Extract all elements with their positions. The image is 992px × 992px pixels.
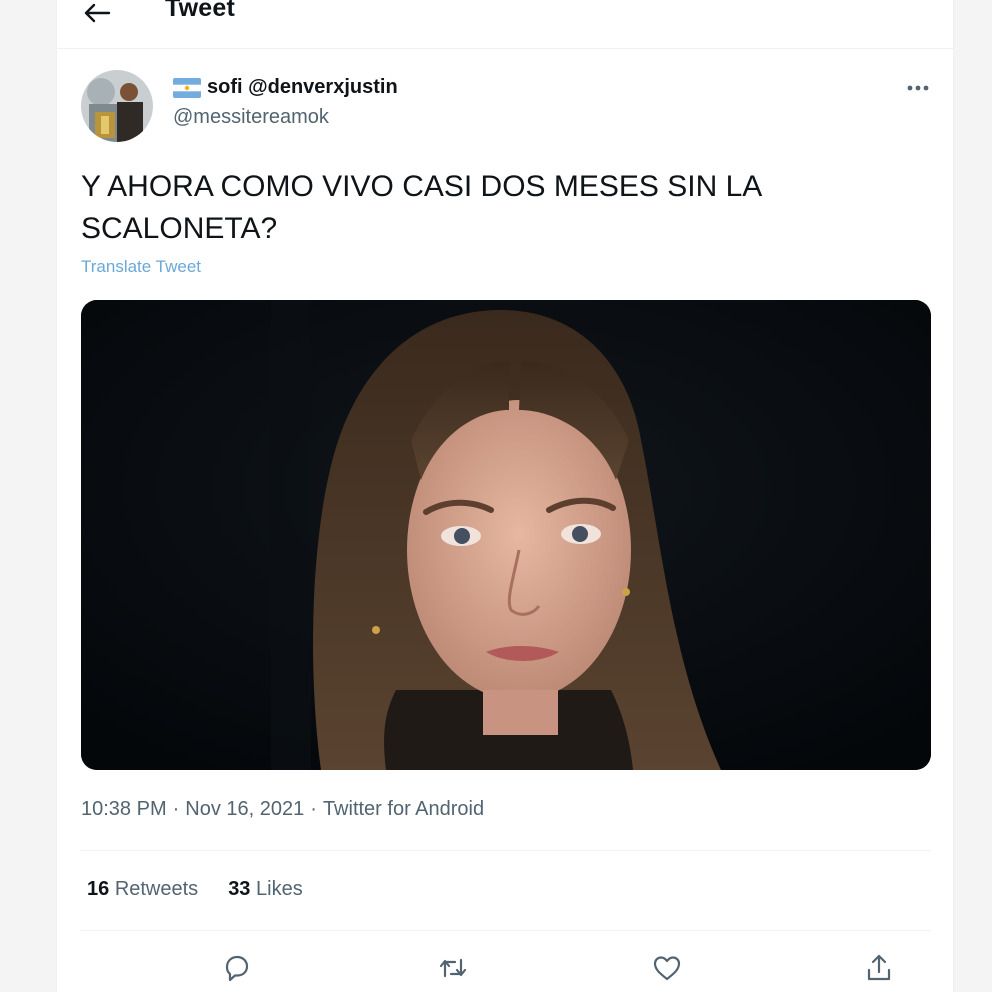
tweet-media-image[interactable] [81,300,931,770]
tweet-time[interactable]: 10:38 PM [81,798,167,821]
tweet-date[interactable]: Nov 16, 2021 [185,798,304,821]
likes-count: 33 [228,878,251,900]
share-icon[interactable] [861,950,897,986]
likes-stat[interactable]: 33 Likes [228,878,303,901]
arrow-left-icon[interactable] [81,0,113,26]
argentina-flag-icon [173,77,201,98]
divider [81,850,931,851]
like-icon[interactable] [649,950,685,986]
author-display-name[interactable]: sofi @denverxjustin [207,76,398,99]
tweet-source[interactable]: Twitter for Android [323,798,484,821]
page-title: Tweet [165,0,235,22]
meta-separator: · [172,798,180,820]
retweet-icon[interactable] [435,950,471,986]
tweet-actions-bar [81,946,931,992]
tweet-text: Y AHORA COMO VIVO CASI DOS MESES SIN LA … [81,170,761,245]
tweet-header: Tweet [57,0,953,49]
tweet-stats: 16 Retweets 33 Likes [87,878,303,901]
likes-label: Likes [256,878,303,900]
avatar[interactable] [81,70,153,142]
retweets-count: 16 [87,878,110,900]
author-handle[interactable]: @messitereamok [173,106,329,129]
retweets-label: Retweets [114,878,199,900]
meta-separator: · [310,798,317,820]
reply-icon[interactable] [219,950,255,986]
more-options-icon[interactable] [903,78,933,98]
tweet-page: Tweet sofi @denverxjustin @messitereamok… [56,0,954,992]
tweet-meta: 10:38 PM · Nov 16, 2021 · Twitter for An… [81,798,484,821]
divider [81,930,931,931]
translate-tweet-link[interactable]: Translate Tweet [81,257,201,277]
author-name-row[interactable]: sofi @denverxjustin [173,76,398,99]
retweets-stat[interactable]: 16 Retweets [87,878,198,901]
